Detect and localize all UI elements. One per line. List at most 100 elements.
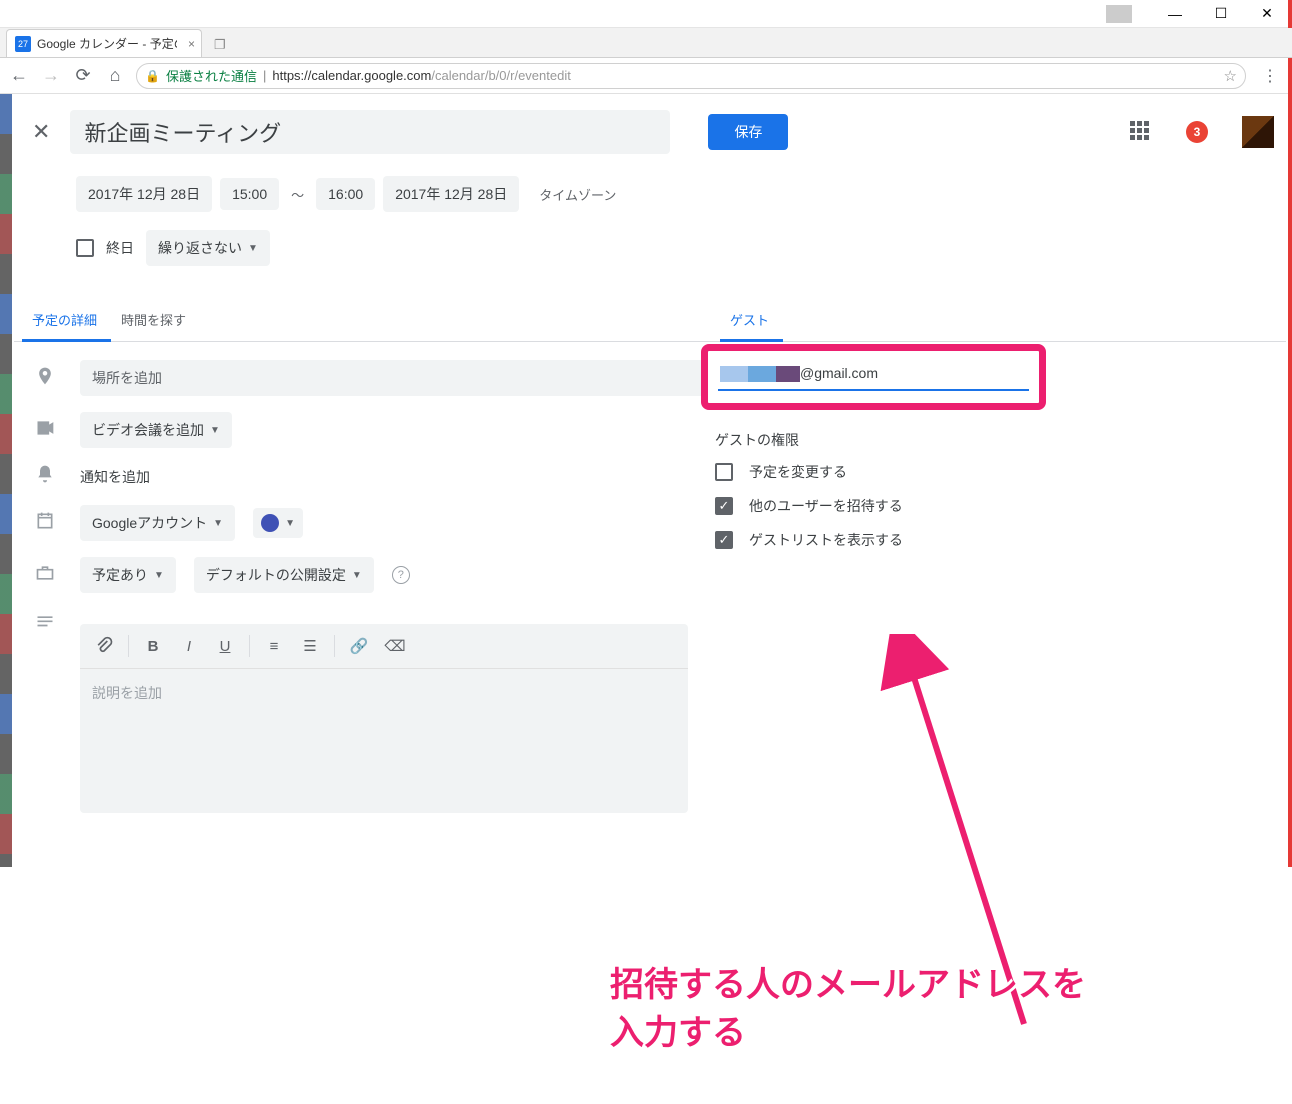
allday-label: 終日 (106, 238, 134, 258)
annotation-line2: 入力する (610, 1014, 746, 1052)
reload-button[interactable]: ⟳ (72, 65, 94, 86)
calendar-label: Googleアカウント (92, 513, 207, 533)
browser-tab[interactable]: 27 Google カレンダー - 予定の × (6, 29, 202, 57)
perm-modify-label: 予定を変更する (749, 462, 847, 482)
numbered-list-button[interactable]: ≡ (258, 630, 290, 662)
background-window-strip (0, 94, 12, 867)
start-time-chip[interactable]: 15:00 (220, 178, 279, 210)
video-row: ビデオ会議を追加 ▼ (28, 412, 704, 448)
browser-menu-button[interactable]: ⋮ (1256, 66, 1284, 86)
annotation-line1: 招待する人のメールアドレスを (610, 966, 1086, 1004)
bookmark-star-icon[interactable]: ☆ (1224, 67, 1237, 85)
annotation-text: 招待する人のメールアドレスを 入力する (610, 962, 1086, 1057)
attach-button[interactable] (88, 630, 120, 662)
event-header: ✕ 保存 3 (14, 94, 1286, 154)
maximize-button[interactable]: ☐ (1198, 1, 1244, 27)
save-button[interactable]: 保存 (708, 114, 788, 150)
chevron-down-icon: ▼ (248, 243, 258, 254)
apps-grid-icon[interactable] (1130, 121, 1152, 143)
browser-addressbar: ← → ⟳ ⌂ 🔒 保護された通信 | https://calendar.goo… (0, 58, 1292, 94)
italic-button[interactable]: I (173, 630, 205, 662)
guest-email-input[interactable]: @gmail.com (718, 363, 1029, 391)
detail-tabs: 予定の詳細 時間を探す ゲスト (14, 300, 1286, 342)
annotation-highlight-box: @gmail.com (701, 344, 1046, 410)
help-icon[interactable]: ? (392, 566, 410, 584)
add-notification-link[interactable]: 通知を追加 (80, 467, 150, 487)
allday-row: 終日 繰り返さない ▼ (76, 230, 1286, 266)
home-button[interactable]: ⌂ (104, 65, 126, 86)
calendar-dropdown[interactable]: Googleアカウント ▼ (80, 505, 235, 541)
perm-invite-checkbox[interactable] (715, 497, 733, 515)
event-title-input[interactable] (70, 110, 670, 154)
clear-format-button[interactable]: ⌫ (379, 630, 411, 662)
link-button[interactable]: 🔗 (343, 630, 375, 662)
bell-icon (28, 464, 62, 489)
chevron-down-icon: ▼ (352, 570, 362, 581)
guests-column: @gmail.com ゲストの権限 予定を変更する 他のユーザーを招待する ゲス… (704, 342, 1054, 859)
perm-invite-row: 他のユーザーを招待する (715, 496, 1054, 516)
editor-body: 場所を追加 ビデオ会議を追加 ▼ 通知を追加 (14, 342, 1286, 859)
calendar-favicon: 27 (15, 36, 31, 52)
visibility-dropdown[interactable]: デフォルトの公開設定 ▼ (194, 557, 374, 593)
start-date-chip[interactable]: 2017年 12月 28日 (76, 176, 212, 212)
redacted-text (748, 366, 776, 382)
redacted-text (776, 366, 800, 382)
notification-row: 通知を追加 (28, 464, 704, 489)
tab-guests[interactable]: ゲスト (720, 300, 783, 342)
close-window-button[interactable]: ✕ (1244, 1, 1290, 27)
tab-event-details[interactable]: 予定の詳細 (22, 300, 111, 342)
calendar-row: Googleアカウント ▼ ▼ (28, 505, 704, 541)
redacted-text (720, 366, 748, 382)
chevron-down-icon: ▼ (213, 518, 223, 529)
event-title-field[interactable] (70, 110, 670, 154)
description-placeholder: 説明を追加 (80, 669, 688, 813)
range-separator: 〜 (287, 185, 308, 204)
secure-label: 保護された通信 (166, 66, 257, 85)
chevron-down-icon: ▼ (154, 570, 164, 581)
briefcase-icon (28, 563, 62, 588)
url-box[interactable]: 🔒 保護された通信 | https://calendar.google.com/… (136, 63, 1246, 89)
perm-modify-row: 予定を変更する (715, 462, 1054, 482)
account-avatar[interactable] (1242, 116, 1274, 148)
timezone-link[interactable]: タイムゾーン (539, 185, 616, 204)
end-time-chip[interactable]: 16:00 (316, 178, 375, 210)
color-dropdown[interactable]: ▼ (253, 508, 303, 538)
availability-row: 予定あり ▼ デフォルトの公開設定 ▼ ? (28, 557, 704, 593)
end-date-chip[interactable]: 2017年 12月 28日 (383, 176, 519, 212)
repeat-dropdown[interactable]: 繰り返さない ▼ (146, 230, 270, 266)
underline-button[interactable]: U (209, 630, 241, 662)
close-editor-button[interactable]: ✕ (28, 115, 54, 149)
allday-checkbox[interactable] (76, 239, 94, 257)
description-icon (28, 609, 62, 638)
minimize-button[interactable]: ― (1152, 1, 1198, 27)
guest-email-value: @gmail.com (800, 365, 878, 381)
perm-modify-checkbox[interactable] (715, 463, 733, 481)
tab-close-icon[interactable]: × (188, 37, 195, 51)
back-button[interactable]: ← (8, 65, 30, 86)
bold-button[interactable]: B (137, 630, 169, 662)
datetime-row: 2017年 12月 28日 15:00 〜 16:00 2017年 12月 28… (76, 176, 1286, 212)
repeat-label: 繰り返さない (158, 238, 242, 258)
url-host: https://calendar.google.com (272, 68, 431, 83)
editor-toolbar: B I U ≡ ☰ 🔗 ⌫ (80, 624, 688, 669)
location-icon (28, 366, 62, 391)
availability-label: 予定あり (92, 565, 148, 585)
new-tab-button[interactable]: ❐ (208, 33, 232, 57)
bulleted-list-button[interactable]: ☰ (294, 630, 326, 662)
separator: | (263, 68, 266, 83)
perm-seelist-row: ゲストリストを表示する (715, 530, 1054, 550)
browser-tabstrip: 27 Google カレンダー - 予定の × ❐ (0, 28, 1292, 58)
notifications-badge[interactable]: 3 (1186, 121, 1208, 143)
perm-seelist-label: ゲストリストを表示する (749, 530, 903, 550)
calendar-event-editor: ✕ 保存 3 2017年 12月 28日 15:00 〜 16:00 2017年… (14, 94, 1286, 859)
perm-seelist-checkbox[interactable] (715, 531, 733, 549)
video-label: ビデオ会議を追加 (92, 420, 204, 440)
availability-dropdown[interactable]: 予定あり ▼ (80, 557, 176, 593)
video-dropdown[interactable]: ビデオ会議を追加 ▼ (80, 412, 232, 448)
location-input[interactable]: 場所を追加 (80, 360, 704, 396)
forward-button[interactable]: → (40, 65, 62, 86)
video-icon (28, 418, 62, 443)
annotation-border (1288, 0, 1292, 867)
description-editor[interactable]: B I U ≡ ☰ 🔗 ⌫ 説明を追加 (80, 624, 688, 813)
tab-find-time[interactable]: 時間を探す (111, 300, 200, 341)
